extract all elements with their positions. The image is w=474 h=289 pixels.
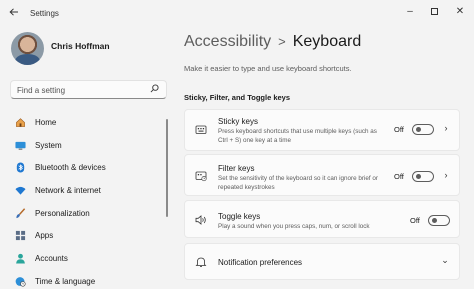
sidebar-scrollbar[interactable]	[166, 119, 168, 217]
sticky-keys-toggle[interactable]	[412, 124, 434, 135]
sticky-keys-icon	[195, 125, 207, 134]
sticky-keys-description: Press keyboard shortcuts that use multip…	[218, 128, 377, 144]
arrow-left-icon	[9, 8, 18, 16]
notification-preferences-card[interactable]: Notification preferences ⌄	[184, 243, 460, 280]
toggle-keys-state: Off	[410, 216, 420, 225]
page-description: Make it easier to type and use keyboard …	[184, 64, 352, 73]
avatar[interactable]	[11, 32, 44, 65]
filter-keys-description: Set the sensitivity of the keyboard so i…	[218, 175, 378, 191]
sidebar-item-system[interactable]: System	[6, 134, 164, 157]
sidebar-item-label: Network & internet	[35, 185, 101, 195]
home-icon	[16, 118, 25, 127]
wifi-icon	[15, 186, 26, 195]
sidebar-item-label: System	[35, 140, 62, 150]
bluetooth-icon	[16, 162, 25, 173]
sidebar-item-home[interactable]: Home	[6, 111, 164, 134]
sidebar-item-label: Apps	[35, 231, 54, 241]
chevron-right-icon[interactable]: ›	[442, 170, 450, 180]
sidebar-item-label: Time & language	[35, 276, 96, 286]
sidebar-item-label: Accounts	[35, 253, 68, 263]
brush-icon	[16, 207, 26, 218]
notification-preferences-title: Notification preferences	[218, 258, 303, 267]
sidebar-item-label: Home	[35, 117, 57, 127]
minimize-button[interactable]: –	[400, 4, 420, 20]
close-button[interactable]: ✕	[450, 4, 470, 20]
search-icon[interactable]	[150, 84, 159, 93]
title-bar: Settings – ✕	[0, 0, 474, 28]
toggle-keys-toggle[interactable]	[428, 215, 450, 226]
sticky-keys-card[interactable]: Sticky keys Press keyboard shortcuts tha…	[184, 109, 460, 151]
monitor-icon	[15, 141, 26, 150]
sidebar-item-personalization[interactable]: Personalization	[6, 202, 164, 225]
back-button[interactable]	[6, 6, 22, 22]
toggle-keys-description: Play a sound when you press caps, num, o…	[218, 223, 370, 230]
breadcrumb: Accessibility > Keyboard	[184, 33, 361, 51]
search-input[interactable]	[17, 85, 147, 95]
sidebar-item-label: Personalization	[35, 208, 90, 218]
breadcrumb-separator: >	[278, 34, 286, 49]
chevron-down-icon[interactable]: ⌄	[441, 255, 449, 266]
filter-keys-toggle[interactable]	[412, 171, 434, 182]
apps-icon	[15, 231, 26, 241]
globe-clock-icon	[15, 276, 26, 287]
search-box[interactable]	[10, 80, 167, 99]
page-title: Keyboard	[292, 33, 362, 50]
sidebar-nav: Home System Bluetooth & devices Network …	[6, 111, 164, 289]
sticky-keys-state: Off	[394, 125, 404, 134]
bell-icon	[195, 257, 207, 267]
filter-keys-state: Off	[394, 172, 404, 181]
app-title: Settings	[30, 9, 59, 18]
speaker-icon	[195, 215, 206, 225]
chevron-right-icon[interactable]: ›	[442, 123, 450, 133]
person-icon	[16, 253, 25, 264]
sidebar-item-apps[interactable]: Apps	[6, 224, 164, 247]
sidebar-item-label: Bluetooth & devices	[35, 163, 106, 173]
sidebar-item-accounts[interactable]: Accounts	[6, 247, 164, 270]
maximize-button[interactable]	[424, 4, 444, 20]
filter-keys-title: Filter keys	[218, 164, 255, 173]
sticky-keys-title: Sticky keys	[218, 117, 259, 126]
sidebar-item-time-language[interactable]: Time & language	[6, 270, 164, 289]
breadcrumb-parent[interactable]: Accessibility	[184, 33, 271, 51]
toggle-keys-title: Toggle keys	[218, 212, 261, 221]
sidebar-item-network[interactable]: Network & internet	[6, 179, 164, 202]
sidebar-item-bluetooth[interactable]: Bluetooth & devices	[6, 156, 164, 179]
filter-keys-card[interactable]: Filter keys Set the sensitivity of the k…	[184, 154, 460, 196]
filter-keys-icon	[195, 171, 207, 182]
maximize-icon	[430, 7, 438, 15]
toggle-keys-card[interactable]: Toggle keys Play a sound when you press …	[184, 200, 460, 238]
section-heading: Sticky, Filter, and Toggle keys	[184, 93, 291, 102]
user-name: Chris Hoffman	[51, 41, 110, 51]
